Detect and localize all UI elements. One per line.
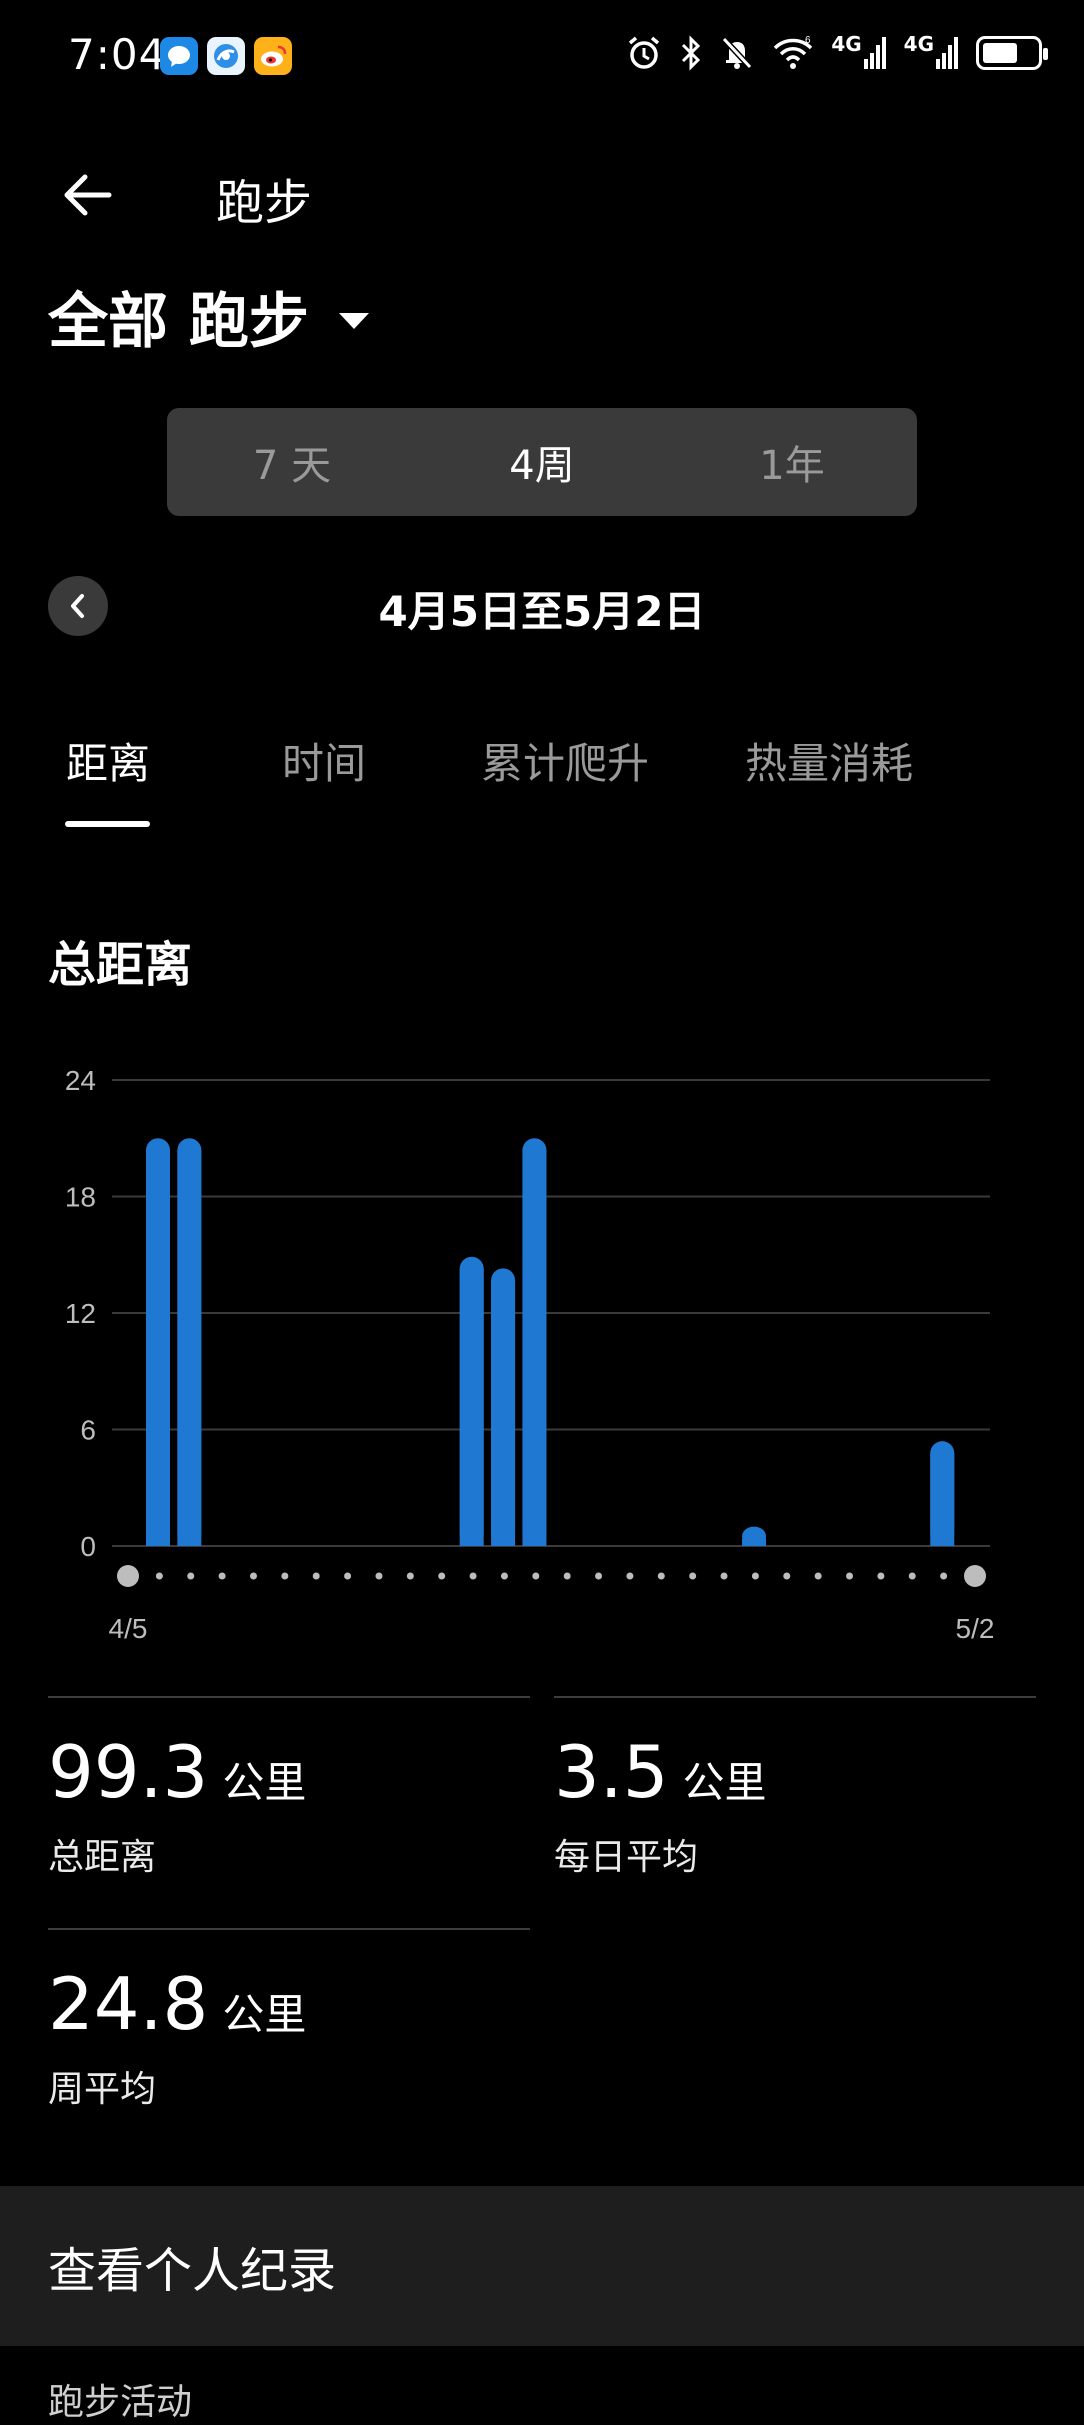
browser-app-icon <box>207 37 245 75</box>
stat-divider <box>48 1696 530 1698</box>
section-title: 总距离 <box>48 937 193 993</box>
day-dot <box>187 1572 195 1580</box>
day-dot <box>846 1572 854 1580</box>
network-type-1: 4G <box>831 32 862 56</box>
sport-filter-dropdown[interactable]: 全部 跑步 <box>48 273 369 360</box>
day-dot <box>249 1572 257 1580</box>
day-dot <box>940 1572 948 1580</box>
status-time: 7:04 <box>68 30 167 79</box>
y-tick-label: 12 <box>65 1298 96 1329</box>
day-dot <box>908 1572 916 1580</box>
range-selector: 7 天 4周 1年 <box>167 408 917 516</box>
day-dot <box>657 1572 665 1580</box>
arrow-left-icon <box>64 174 112 216</box>
day-dot <box>877 1572 885 1580</box>
day-dot <box>689 1572 697 1580</box>
day-dot <box>312 1572 320 1580</box>
tab-time[interactable]: 时间 <box>282 730 366 791</box>
date-range: 4月5日至5月2日 <box>378 587 706 636</box>
stat-total-distance: 99.3 公里 总距离 <box>48 1730 306 1880</box>
bar-base <box>459 1268 484 1546</box>
caret-down-icon <box>338 312 369 329</box>
message-app-icon <box>160 37 198 75</box>
stat-label: 每日平均 <box>554 1837 699 1878</box>
bar-base <box>177 1150 202 1546</box>
svg-text:6: 6 <box>805 35 811 46</box>
day-dot <box>218 1572 226 1580</box>
range-tab-1-year[interactable]: 1年 <box>667 408 917 516</box>
bar-base <box>491 1280 516 1546</box>
day-dot <box>375 1572 383 1580</box>
tab-distance[interactable]: 距离 <box>66 730 150 791</box>
active-tab-indicator <box>65 821 150 827</box>
day-dot <box>438 1572 446 1580</box>
bar-base <box>742 1538 767 1546</box>
sport-filter-label: 全部 跑步 <box>48 287 309 357</box>
tab-calories[interactable]: 热量消耗 <box>745 730 913 791</box>
range-tab-4-weeks[interactable]: 4周 <box>417 408 667 516</box>
stat-divider <box>48 1928 530 1930</box>
stat-unit: 公里 <box>682 1758 767 1807</box>
distance-bar-chart: 0 6 12 18 24 4/5 5/2 <box>65 1065 995 1644</box>
stat-unit: 公里 <box>222 1758 307 1807</box>
range-handle <box>964 1565 986 1587</box>
day-dot <box>155 1572 163 1580</box>
day-dot <box>720 1572 728 1580</box>
records-label: 查看个人纪录 <box>48 2243 337 2299</box>
day-dot <box>595 1572 603 1580</box>
day-dot <box>626 1572 634 1580</box>
battery-icon <box>976 30 1048 76</box>
alarm-icon <box>625 30 663 76</box>
y-tick-label: 0 <box>80 1531 96 1562</box>
mute-icon <box>719 30 755 76</box>
x-end-label: 5/2 <box>956 1613 995 1644</box>
y-tick-label: 6 <box>80 1415 96 1446</box>
stat-label: 周平均 <box>48 2069 157 2110</box>
bar-base <box>930 1453 955 1546</box>
weibo-app-icon <box>254 37 292 75</box>
bar-base <box>146 1150 170 1546</box>
stat-divider <box>554 1696 1036 1698</box>
day-dot <box>563 1572 571 1580</box>
signal-icon-1: 4G <box>831 30 887 76</box>
stat-unit: 公里 <box>222 1990 307 2039</box>
stat-weekly-average: 24.8 公里 周平均 <box>48 1962 306 2112</box>
bluetooth-icon <box>679 30 703 76</box>
x-start-label: 4/5 <box>109 1613 148 1644</box>
wifi-icon: 6 <box>771 30 815 76</box>
tab-elevation-gain[interactable]: 累计爬升 <box>481 730 649 791</box>
day-dot <box>783 1572 791 1580</box>
page-title: 跑步 <box>216 175 313 231</box>
stat-value: 3.5 <box>554 1730 669 1814</box>
view-personal-records-button[interactable]: 查看个人纪录 <box>0 2186 1084 2346</box>
y-tick-label: 18 <box>65 1182 96 1213</box>
network-type-2: 4G <box>903 32 934 56</box>
bar-base <box>522 1150 547 1546</box>
day-dot <box>406 1572 414 1580</box>
day-dot <box>814 1572 822 1580</box>
back-button[interactable] <box>52 160 122 230</box>
day-dot <box>500 1572 508 1580</box>
day-dot <box>469 1572 477 1580</box>
day-dot <box>344 1572 352 1580</box>
range-tab-7-days[interactable]: 7 天 <box>167 408 417 516</box>
stat-value: 99.3 <box>48 1730 209 1814</box>
signal-icon-2: 4G <box>904 30 960 76</box>
status-icons: 6 4G 4G <box>625 30 1048 76</box>
y-tick-label: 24 <box>65 1065 96 1096</box>
day-dot <box>751 1572 759 1580</box>
stat-label: 总距离 <box>48 1837 157 1878</box>
day-dot <box>281 1572 289 1580</box>
range-handle <box>117 1565 139 1587</box>
stat-daily-average: 3.5 公里 每日平均 <box>554 1730 767 1880</box>
day-dot <box>532 1572 540 1580</box>
running-activities-heading: 跑步活动 <box>48 2382 193 2423</box>
stat-value: 24.8 <box>48 1962 209 2046</box>
